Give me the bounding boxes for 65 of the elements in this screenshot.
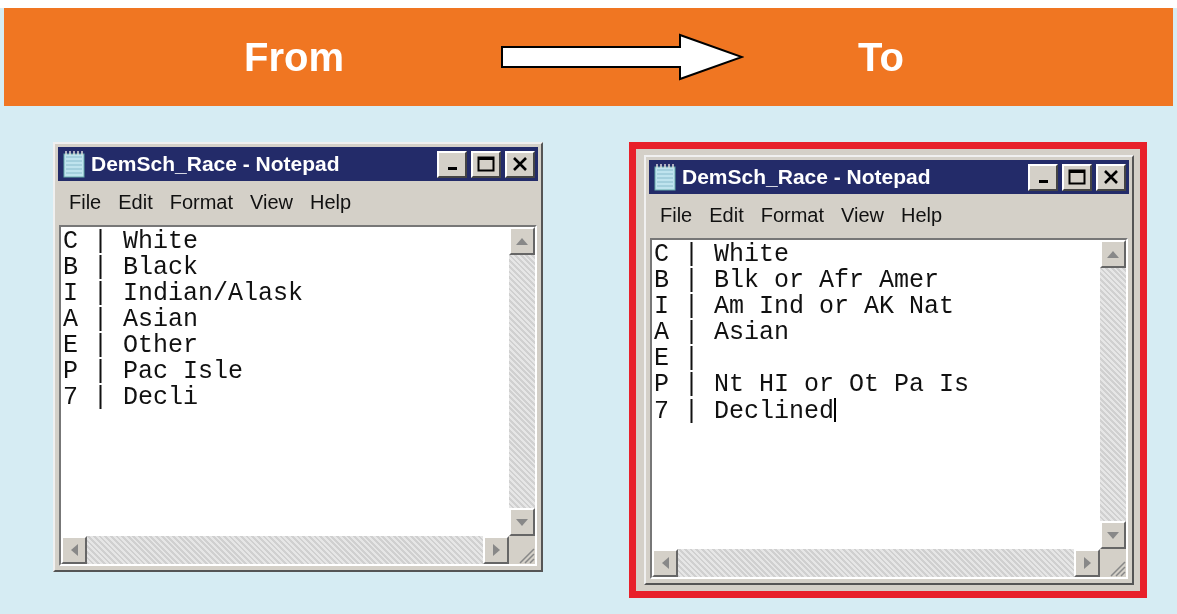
text-line: E | Other <box>63 333 199 359</box>
right-arrow-icon <box>1083 557 1091 569</box>
window-title: DemSch_Race - Notepad <box>91 151 340 178</box>
text-line: A | Asian <box>654 320 790 346</box>
maximize-icon <box>1068 169 1086 185</box>
scroll-down-button[interactable] <box>509 508 535 536</box>
menu-item[interactable]: Edit <box>702 198 754 232</box>
scroll-up-button[interactable] <box>509 227 535 255</box>
scroll-up-button[interactable] <box>1100 240 1126 268</box>
text-line: I | Am Ind or AK Nat <box>654 294 955 320</box>
scroll-left-button[interactable] <box>652 549 678 577</box>
menu-item[interactable]: Format <box>162 185 244 219</box>
text-line: 7 | Decli <box>63 385 199 411</box>
close-button[interactable] <box>505 150 535 178</box>
text-line: P | Nt HI or Ot Pa Is <box>654 372 970 398</box>
down-arrow-icon <box>1107 531 1119 539</box>
horizontal-scrollbar[interactable] <box>652 549 1100 577</box>
text-line: C | White <box>654 242 790 268</box>
text-area[interactable]: C | White B | Black I | Indian/Alask A | Asian E | Other P | Pac Isle 7 | Decli <box>59 225 537 566</box>
minimize-button[interactable] <box>437 150 467 178</box>
text-line: E | <box>654 346 699 372</box>
to-label: To <box>858 37 904 77</box>
left-arrow-icon <box>661 557 669 569</box>
text-line: I | Indian/Alask <box>63 281 304 307</box>
vertical-scrollbar[interactable] <box>1100 240 1126 549</box>
menu-item[interactable]: Help <box>894 198 953 232</box>
text-line: B | Black <box>63 255 199 281</box>
scroll-left-button[interactable] <box>61 536 87 564</box>
text-line: C | White <box>63 229 199 255</box>
minimize-icon <box>1038 180 1048 183</box>
scroll-right-button[interactable] <box>1074 549 1100 577</box>
vertical-scrollbar[interactable] <box>509 227 535 536</box>
maximize-button[interactable] <box>1062 163 1092 191</box>
minimize-icon <box>447 167 457 170</box>
close-icon <box>1103 170 1119 184</box>
text-line: B | Blk or Afr Amer <box>654 268 940 294</box>
text-line: 7 | Declined <box>654 399 835 425</box>
notepad-icon <box>61 150 87 178</box>
up-arrow-icon <box>1107 250 1119 258</box>
down-arrow-icon <box>516 518 528 526</box>
maximize-button[interactable] <box>471 150 501 178</box>
scroll-right-button[interactable] <box>483 536 509 564</box>
maximize-icon <box>477 156 495 172</box>
menu-item[interactable]: Edit <box>111 185 163 219</box>
right-arrow-icon <box>492 544 500 556</box>
horizontal-scrollbar[interactable] <box>61 536 509 564</box>
right-arrow-icon <box>500 33 744 81</box>
scroll-down-button[interactable] <box>1100 521 1126 549</box>
menu-item[interactable]: View <box>834 198 895 232</box>
menu-item[interactable]: Format <box>753 198 835 232</box>
text-line: A | Asian <box>63 307 199 333</box>
close-button[interactable] <box>1096 163 1126 191</box>
text-area[interactable]: C | White B | Blk or Afr Amer I | Am Ind or AK Nat A | Asian E | P | Nt HI or Ot Pa Is 7 | Declined <box>650 238 1128 579</box>
menu-item[interactable]: File <box>653 198 703 232</box>
notepad-icon <box>652 163 678 191</box>
menu-item[interactable]: View <box>243 185 304 219</box>
close-icon <box>512 157 528 171</box>
text-line: P | Pac Isle <box>63 359 244 385</box>
left-arrow-icon <box>70 544 78 556</box>
from-label: From <box>244 37 344 77</box>
minimize-button[interactable] <box>1028 163 1058 191</box>
menu-item[interactable]: Help <box>303 185 362 219</box>
menu-item[interactable]: File <box>62 185 112 219</box>
window-title: DemSch_Race - Notepad <box>682 164 931 191</box>
up-arrow-icon <box>516 237 528 245</box>
